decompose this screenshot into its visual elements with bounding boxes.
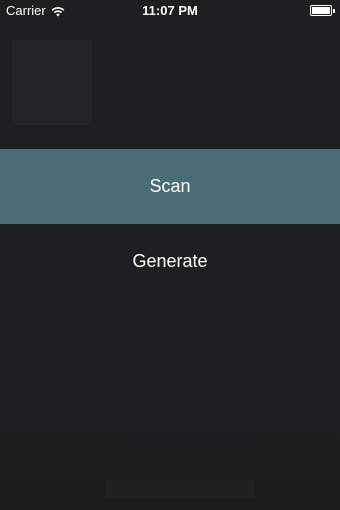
battery-icon [310, 5, 335, 16]
status-time: 11:07 PM [142, 3, 198, 18]
scan-label: Scan [149, 176, 191, 196]
app-logo [12, 40, 92, 125]
battery-nub [333, 9, 335, 13]
footer-area [0, 430, 340, 510]
app-screen: Carrier 11:07 PM Scan Generate [0, 0, 340, 510]
status-bar: Carrier 11:07 PM [0, 0, 340, 22]
scan-button[interactable]: Scan [0, 149, 340, 224]
battery-level [312, 7, 330, 14]
footer-placeholder [105, 480, 255, 498]
generate-button[interactable]: Generate [0, 224, 340, 299]
generate-label: Generate [132, 251, 208, 271]
